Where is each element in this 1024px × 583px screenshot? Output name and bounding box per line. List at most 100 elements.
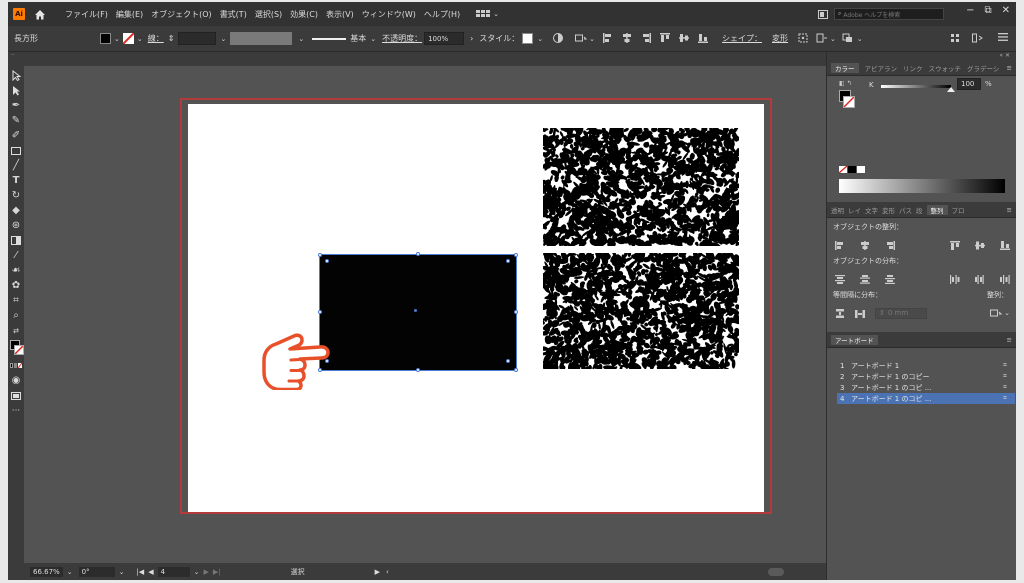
align-left-icon[interactable] [835, 240, 845, 250]
artboard-row[interactable]: 2 アートボード 1 のコピー ⌗ [837, 371, 1015, 382]
tab-appearance[interactable]: アピアラン [865, 63, 898, 73]
menu-file[interactable]: ファイル(F) [61, 9, 112, 20]
tab-properties[interactable]: プロ [952, 205, 965, 215]
arrange-icon[interactable] [842, 33, 854, 45]
artboard-options-icon[interactable]: ⌗ [1003, 372, 1015, 381]
artboard-tool-icon[interactable]: ⌗ [8, 293, 24, 308]
toolbar-grip[interactable]: ·· [8, 52, 24, 68]
edit-toolbar-icon[interactable]: ··· [8, 403, 24, 418]
artboard-row-selected[interactable]: 4 アートボード 1 のコピ ... ⌗ [837, 393, 1015, 404]
chevron-down-icon[interactable]: ⌄ [194, 568, 200, 576]
artboard-options-icon[interactable]: ⌗ [1003, 383, 1015, 392]
selection-handle[interactable] [514, 310, 518, 314]
panel-menu-icon[interactable]: ≡ [1007, 64, 1012, 72]
distribute-top-icon[interactable] [835, 274, 845, 284]
align-to-dropdown[interactable]: ⌄ [990, 308, 1010, 318]
fill-color-swatch[interactable] [100, 33, 111, 44]
align-vertical-center-icon[interactable] [975, 241, 985, 250]
tab-align[interactable]: 整列 [926, 204, 948, 215]
rotation-field[interactable]: 0° [78, 566, 115, 577]
menu-help[interactable]: ヘルプ(H) [420, 9, 464, 20]
minimize-button[interactable]: − [966, 5, 974, 16]
chevron-right-icon[interactable]: › [470, 34, 473, 43]
tab-character[interactable]: 文字 [865, 205, 878, 215]
anchor-point-tool-icon[interactable]: ✐ [8, 128, 24, 143]
direct-selection-tool-icon[interactable] [8, 83, 24, 98]
scroll-left-icon[interactable]: ‹ [386, 568, 389, 576]
align-right-icon[interactable] [641, 32, 652, 45]
paintbrush-tool-icon[interactable]: ╱ [8, 158, 24, 173]
color-mode-icons[interactable] [8, 358, 24, 373]
black-swatch[interactable] [848, 166, 856, 173]
workspace-switcher[interactable]: ⌄ [476, 10, 499, 18]
align-to-icon[interactable] [575, 33, 588, 45]
status-menu-icon[interactable]: ▶ [375, 568, 380, 576]
corner-widget[interactable] [506, 259, 510, 263]
distribute-right-icon[interactable] [1000, 274, 1010, 284]
menu-select[interactable]: 選択(S) [251, 9, 286, 20]
opacity-label[interactable]: 不透明度： [382, 33, 422, 44]
distribute-bottom-icon[interactable] [885, 274, 895, 284]
chevron-down-icon[interactable]: ⌄ [119, 568, 125, 576]
tab-transform[interactable]: 変形 [882, 205, 895, 215]
isolate-icon[interactable] [816, 33, 828, 45]
variable-width-field[interactable] [230, 32, 293, 45]
prev-artboard-icon[interactable]: ◀ [148, 568, 153, 576]
distribute-left-icon[interactable] [950, 274, 960, 284]
chevron-down-icon[interactable]: ⌄ [830, 35, 836, 43]
chevron-down-icon[interactable]: ⌄ [857, 35, 863, 43]
align-center-icon[interactable] [622, 32, 632, 45]
stroke-label[interactable]: 線： [148, 33, 164, 44]
rotate-tool-icon[interactable]: ↻ [8, 188, 24, 203]
width-tool-icon[interactable]: ⊛ [8, 218, 24, 233]
selection-isolate-icon[interactable] [950, 33, 960, 45]
selected-black-rectangle[interactable] [319, 254, 517, 371]
fill-stroke-swatch[interactable] [8, 338, 24, 358]
selection-tool-icon[interactable] [8, 68, 24, 83]
tab-links[interactable]: リンク [903, 63, 923, 73]
stroke-weight-stepper[interactable]: ⇕ [168, 34, 175, 43]
chevron-down-icon[interactable]: ⌄ [220, 35, 226, 43]
stroke-weight-field[interactable] [178, 32, 217, 45]
stroke-color-swatch[interactable] [122, 33, 134, 44]
restore-button[interactable]: ⧉ [984, 5, 991, 16]
eyedropper-tool-icon[interactable]: ⁄ [8, 248, 24, 263]
chevron-down-icon[interactable]: ⌄ [67, 568, 73, 576]
align-vcenter-icon[interactable] [679, 33, 690, 45]
align-bottom-icon[interactable] [1000, 240, 1010, 250]
selection-handle[interactable] [416, 252, 420, 256]
screen-mode-icon[interactable] [8, 388, 24, 403]
spacing-value-field[interactable]: ⇕ 0 mm [875, 307, 927, 319]
zoom-tool-icon[interactable]: ⌕ [8, 308, 24, 323]
color-stroke-swatch[interactable] [843, 96, 855, 108]
distribute-hcenter-icon[interactable] [975, 274, 985, 284]
chevron-down-icon[interactable]: ⌄ [137, 35, 143, 43]
tab-transparency[interactable]: 透明 [831, 205, 844, 215]
align-left-icon[interactable] [603, 32, 613, 45]
tab-paragraph[interactable]: 段 [916, 205, 923, 215]
align-right-icon[interactable] [885, 240, 895, 250]
vertical-distribute-space-icon[interactable] [835, 308, 845, 318]
drawing-mode-icon[interactable]: ◉ [8, 373, 24, 388]
chevron-down-icon[interactable]: ⌄ [589, 35, 595, 43]
transform-label[interactable]: 変形 [772, 33, 788, 44]
home-icon[interactable] [33, 7, 47, 21]
swap-colors-icon[interactable]: ⇄ [8, 323, 24, 338]
noise-texture-top[interactable] [543, 128, 739, 246]
rectangle-tool-icon[interactable] [8, 143, 24, 158]
selection-handle[interactable] [514, 253, 518, 257]
chevron-down-icon[interactable]: ⌄ [370, 35, 376, 43]
selection-handle[interactable] [514, 368, 518, 372]
panel-toggle-icon[interactable] [972, 33, 986, 45]
corner-widget[interactable] [325, 259, 329, 263]
opacity-field[interactable]: 100% [424, 32, 465, 45]
align-horizontal-center-icon[interactable] [860, 240, 870, 250]
stroke-swatch[interactable] [14, 345, 24, 355]
menu-effect[interactable]: 効果(C) [286, 9, 322, 20]
menu-type[interactable]: 書式(T) [216, 9, 251, 20]
tab-artboards[interactable]: アートボード [831, 334, 878, 345]
menu-view[interactable]: 表示(V) [322, 9, 358, 20]
artboard-row[interactable]: 3 アートボード 1 のコピ ... ⌗ [837, 382, 1015, 393]
artboard-index-field[interactable]: 4 [157, 566, 190, 577]
brush-stroke-preview[interactable] [312, 37, 347, 40]
